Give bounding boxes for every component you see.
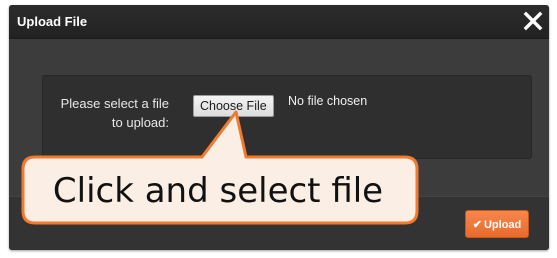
choose-file-button[interactable]: Choose File [193, 95, 274, 117]
close-button[interactable] [521, 8, 545, 34]
dialog-titlebar: Upload File [9, 5, 549, 39]
file-select-label-line2: to upload: [111, 115, 169, 130]
check-icon: ✔ [472, 219, 482, 231]
upload-button-label: Upload [483, 219, 522, 231]
file-upload-panel: Please select a file to upload: Choose F… [42, 75, 532, 159]
file-select-label: Please select a file to upload: [49, 94, 169, 132]
callout-text: Click and select file [52, 171, 384, 211]
file-status-text: No file chosen [288, 94, 368, 108]
upload-button[interactable]: ✔ Upload [465, 210, 529, 238]
file-select-label-line1: Please select a file [60, 96, 169, 111]
dialog-title: Upload File [17, 14, 88, 29]
close-icon [521, 8, 545, 34]
